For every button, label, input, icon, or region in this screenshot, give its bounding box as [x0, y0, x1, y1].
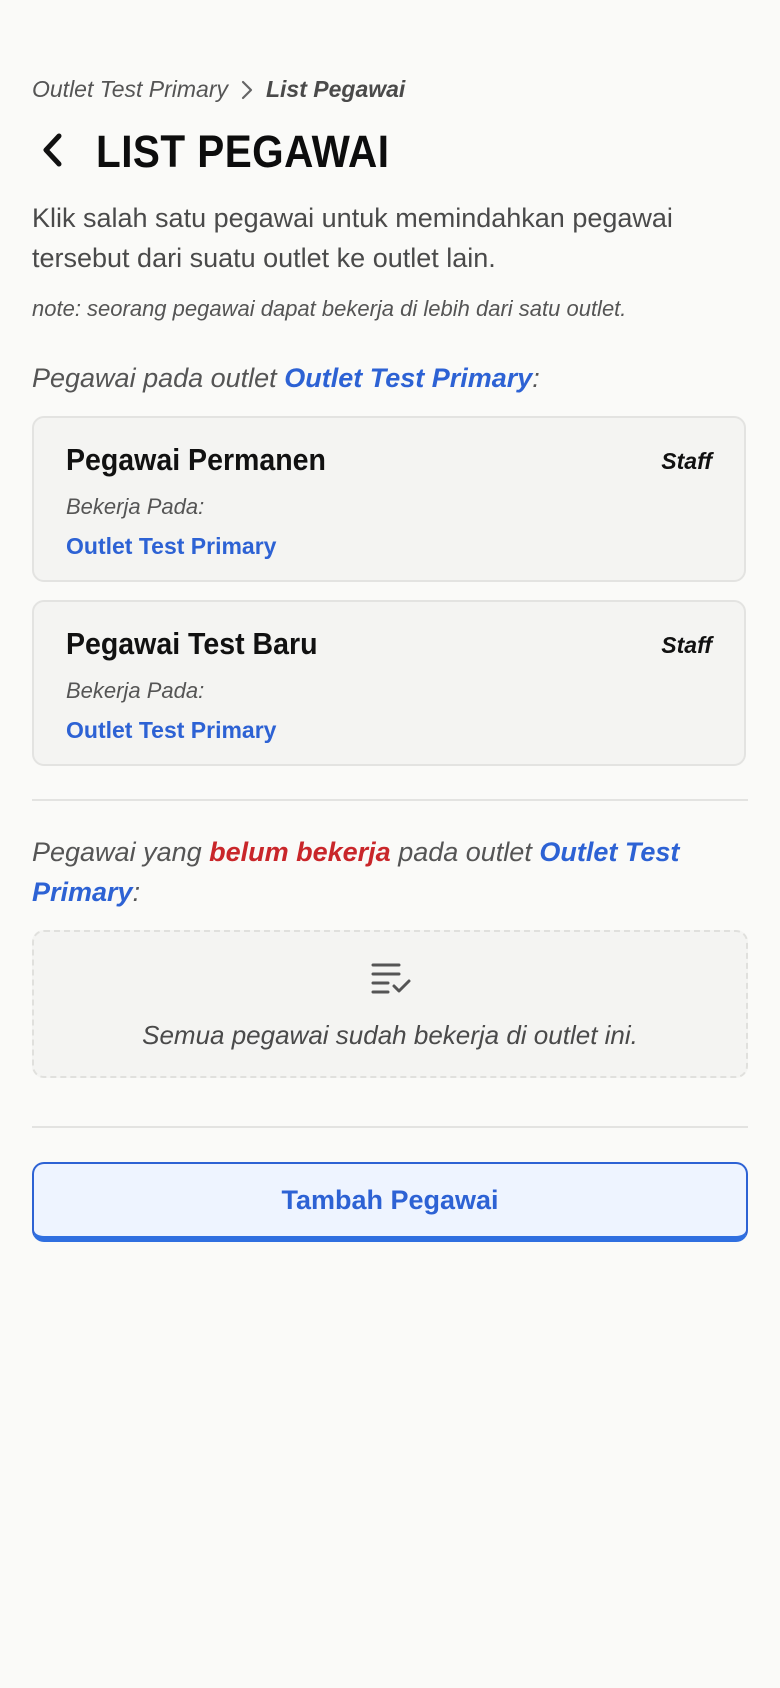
section-outlet-name: Outlet Test Primary — [284, 363, 533, 393]
employee-works-outlet: Outlet Test Primary — [66, 717, 277, 743]
employee-works-label: Bekerja Pada: — [66, 494, 205, 519]
section-highlight: belum bekerja — [209, 837, 391, 867]
employee-name: Pegawai Permanen — [66, 442, 326, 477]
list-check-icon — [370, 960, 414, 996]
breadcrumb-current: List Pegawai — [265, 76, 406, 102]
employee-works-outlet: Outlet Test Primary — [66, 533, 277, 559]
section-label-suffix: : — [532, 363, 540, 393]
section-current-employees-label: Pegawai pada outlet Outlet Test Primary: — [32, 358, 748, 398]
back-button[interactable] — [40, 124, 86, 180]
add-employee-button[interactable]: Tambah Pegawai — [32, 1162, 748, 1242]
section-not-working-label: Pegawai yang belum bekerja pada outlet O… — [32, 832, 748, 912]
breadcrumb-outlet-link[interactable]: Outlet Test Primary — [32, 76, 228, 103]
section-label-suffix: : — [132, 877, 141, 907]
chevron-right-icon — [236, 79, 258, 101]
breadcrumb: Outlet Test Primary List Pegawai — [32, 76, 405, 103]
empty-state: Semua pegawai sudah bekerja di outlet in… — [32, 930, 748, 1078]
section-divider — [32, 799, 748, 801]
section-label-text: Pegawai pada outlet — [32, 363, 285, 393]
employee-works-label: Bekerja Pada: — [66, 678, 205, 703]
page-note: note: seorang pegawai dapat bekerja di l… — [32, 296, 627, 321]
employee-name: Pegawai Test Baru — [66, 626, 318, 661]
empty-state-message: Semua pegawai sudah bekerja di outlet in… — [142, 1020, 638, 1050]
page-description: Klik salah satu pegawai untuk memindahka… — [32, 203, 673, 273]
employee-role: Staff — [661, 448, 712, 474]
chevron-left-icon — [40, 132, 64, 173]
section-label-text: Pegawai yang — [32, 837, 210, 867]
employee-card[interactable]: Pegawai Test Baru Staff Bekerja Pada: Ou… — [32, 600, 746, 766]
page-title: LIST PEGAWAI — [96, 126, 390, 177]
section-divider — [32, 1126, 748, 1128]
employee-card[interactable]: Pegawai Permanen Staff Bekerja Pada: Out… — [32, 416, 746, 582]
section-label-text: pada outlet — [390, 837, 540, 867]
page-header: LIST PEGAWAI — [32, 124, 422, 180]
employee-role: Staff — [661, 632, 712, 658]
